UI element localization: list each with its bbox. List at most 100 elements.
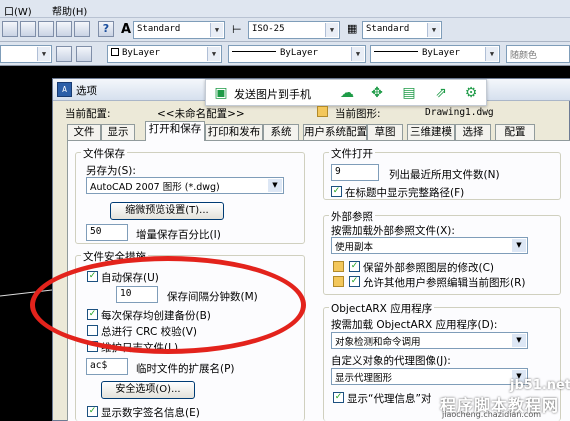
- tab-user-preferences[interactable]: 用户系统配置: [303, 124, 367, 140]
- tab-plot-and-publish[interactable]: 打印和发布: [205, 124, 263, 140]
- tab-3d-modeling[interactable]: 三维建模: [407, 124, 455, 140]
- file-open-title: 文件打开: [329, 146, 375, 161]
- temp-extension-label: 临时文件的扩展名(P): [136, 363, 235, 375]
- drawing-icon: [317, 106, 328, 117]
- drawing-area: [0, 289, 52, 297]
- plot-style-value: 随颜色: [510, 51, 538, 61]
- tab-display[interactable]: 显示: [101, 124, 135, 140]
- chevron-down-icon[interactable]: ▼: [512, 334, 526, 347]
- send-to-phone-toolbar: ▣ 发送图片到手机 ☁ ✥ ▤ ⇗ ⚙: [205, 79, 487, 106]
- dim-style-value: ISO-25: [252, 24, 285, 34]
- menu-window[interactable]: 口(W): [4, 3, 32, 18]
- menu-help[interactable]: 帮助(H): [52, 3, 87, 18]
- arx-demand-load-select[interactable]: 对象检测和命令调用 ▼: [331, 332, 528, 349]
- current-drawing-value: Drawing1.dwg: [425, 107, 494, 118]
- proxy-image-select[interactable]: 显示代理图形 ▼: [331, 368, 528, 385]
- autocad-app-icon: A: [57, 82, 72, 97]
- cloud-icon[interactable]: ☁: [338, 84, 356, 102]
- proxy-info-label: 显示“代理信息”对: [347, 393, 432, 405]
- chevron-down-icon[interactable]: ▼: [485, 47, 498, 61]
- temp-extension-input[interactable]: ac$: [86, 358, 128, 375]
- dim-style-icon: ⊢: [232, 23, 242, 36]
- tab-open-and-save[interactable]: 打开和保存: [145, 121, 205, 141]
- help-icon[interactable]: ?: [98, 21, 114, 37]
- standard-toolbar: ? A Standard ▼ ⊢ ISO-25 ▼ ▦ Standard ▼: [0, 18, 570, 42]
- recent-files-input[interactable]: 9: [331, 164, 379, 181]
- plot-icon[interactable]: [56, 21, 72, 37]
- qnew-icon[interactable]: [2, 21, 18, 37]
- lineweight-combo[interactable]: ByLayer ▼: [370, 45, 500, 63]
- chevron-down-icon[interactable]: ▼: [37, 47, 50, 61]
- linetype-combo[interactable]: ByLayer ▼: [228, 45, 366, 63]
- retain-layers-label: 保留外部参照图层的修改(C): [363, 262, 495, 274]
- table-style-icon: ▦: [347, 22, 358, 35]
- tab-system[interactable]: 系统: [263, 124, 299, 140]
- calculator-icon[interactable]: [74, 21, 90, 37]
- phone-icon: ▣: [214, 85, 228, 101]
- chevron-down-icon[interactable]: ▼: [512, 239, 526, 252]
- recent-files-label: 列出最近所用文件数(N): [389, 169, 500, 181]
- dim-style-combo[interactable]: ISO-25 ▼: [248, 21, 340, 39]
- chevron-down-icon[interactable]: ▼: [325, 23, 338, 37]
- tab-files[interactable]: 文件: [67, 124, 101, 140]
- proxy-info-checkbox[interactable]: ✓: [333, 392, 344, 403]
- save-icon[interactable]: [38, 21, 54, 37]
- text-style-combo[interactable]: Standard ▼: [133, 21, 225, 39]
- tab-profiles[interactable]: 配置: [495, 124, 535, 140]
- table-style-combo[interactable]: Standard ▼: [362, 21, 442, 39]
- linetype-value: ByLayer: [280, 48, 318, 58]
- chevron-down-icon[interactable]: ▼: [207, 47, 220, 61]
- arx-demand-load-label: 按需加载 ObjectARX 应用程序(D):: [331, 319, 498, 331]
- thumbnail-settings-button[interactable]: 缩微预览设置(T)...: [110, 202, 224, 220]
- open-icon[interactable]: [20, 21, 36, 37]
- color-combo[interactable]: ByLayer ▼: [107, 45, 222, 63]
- incremental-save-label: 增量保存百分比(I): [136, 229, 221, 241]
- xref-icon: [333, 261, 344, 272]
- save-icon[interactable]: ▤: [400, 84, 418, 102]
- security-options-button[interactable]: 安全选项(O)...: [101, 381, 195, 399]
- properties-toolbar: ▼ ByLayer ▼ ByLayer ▼ ByLayer ▼ 随颜色: [0, 42, 570, 66]
- chevron-down-icon[interactable]: ▼: [351, 47, 364, 61]
- highlight-circle: [30, 256, 306, 354]
- share-icon[interactable]: ⇗: [432, 84, 450, 102]
- lineweight-preview: [374, 51, 418, 52]
- gear-icon[interactable]: ⚙: [462, 84, 480, 102]
- arx-demand-load-value: 对象检测和命令调用: [335, 337, 421, 348]
- layer-states-icon[interactable]: [56, 46, 72, 62]
- digital-signature-label: 显示数字签名信息(E): [101, 407, 200, 419]
- chevron-down-icon[interactable]: ▼: [427, 23, 440, 37]
- menu-bar: 口(W) 帮助(H): [0, 0, 570, 18]
- xref-title: 外部参照: [329, 209, 375, 224]
- file-save-title: 文件保存: [81, 146, 127, 161]
- save-as-select[interactable]: AutoCAD 2007 图形 (*.dwg) ▼: [86, 177, 284, 194]
- current-profile-label: 当前配置:: [65, 108, 111, 120]
- save-as-value: AutoCAD 2007 图形 (*.dwg): [90, 182, 220, 193]
- layer-combo[interactable]: ▼: [0, 45, 52, 63]
- save-as-label: 另存为(S):: [86, 165, 136, 177]
- allow-edit-checkbox[interactable]: ✓: [349, 276, 360, 287]
- color-value: ByLayer: [122, 48, 160, 58]
- chevron-down-icon[interactable]: ▼: [268, 179, 282, 192]
- full-path-label: 在标题中显示完整路径(F): [345, 187, 465, 199]
- text-style-icon: A: [121, 22, 132, 37]
- xref-demand-load-select[interactable]: 使用副本 ▼: [331, 237, 528, 254]
- options-dialog: A 选项 ▣ 发送图片到手机 ☁ ✥ ▤ ⇗ ⚙ 当前配置: <<未命名配置>>…: [52, 78, 570, 421]
- tab-selection[interactable]: 选择: [455, 124, 491, 140]
- dialog-title: 选项: [76, 85, 97, 97]
- watermark-url: jiaocheng.chazidian.com: [442, 410, 542, 419]
- expand-icon[interactable]: ✥: [368, 84, 386, 102]
- current-drawing-label: 当前图形:: [335, 108, 381, 120]
- make-current-icon[interactable]: [76, 46, 92, 62]
- incremental-save-input[interactable]: 50: [86, 224, 128, 241]
- retain-layers-checkbox[interactable]: ✓: [349, 261, 360, 272]
- full-path-checkbox[interactable]: ✓: [331, 186, 342, 197]
- current-profile-value: <<未命名配置>>: [157, 108, 245, 120]
- send-to-phone-button[interactable]: 发送图片到手机: [234, 86, 311, 102]
- chevron-down-icon[interactable]: ▼: [210, 23, 223, 37]
- plot-style-combo[interactable]: 随颜色: [506, 45, 570, 63]
- proxy-image-label: 自定义对象的代理图像(J):: [331, 355, 451, 367]
- lineweight-value: ByLayer: [422, 48, 460, 58]
- tab-drafting[interactable]: 草图: [367, 124, 403, 140]
- allow-edit-label: 允许其他用户参照编辑当前图形(R): [363, 277, 526, 289]
- digital-signature-checkbox[interactable]: ✓: [87, 406, 98, 417]
